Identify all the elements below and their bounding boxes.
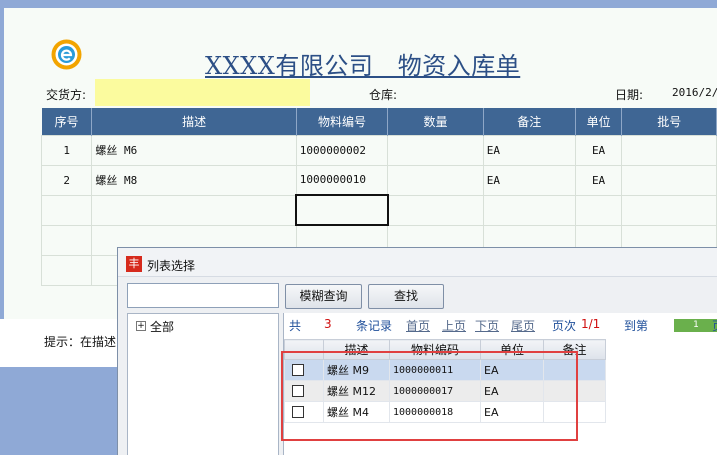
row-checkbox[interactable] xyxy=(292,385,304,397)
result-header: 描述 物料编码 单位 备注 xyxy=(284,339,606,360)
col-header-remark[interactable]: 备注 xyxy=(543,339,606,360)
grid-cell[interactable]: 1000000002 xyxy=(295,134,389,166)
fuzzy-search-button[interactable]: 模糊查询 xyxy=(285,284,362,309)
company-logo-icon xyxy=(51,39,82,70)
supplier-field[interactable] xyxy=(95,79,310,106)
col-header-remark[interactable]: 备注 xyxy=(483,108,576,135)
table-row xyxy=(40,194,717,226)
pager-page-suffix: 页 xyxy=(712,317,717,334)
col-header-unit[interactable]: 单位 xyxy=(480,339,544,360)
grid-cell[interactable] xyxy=(574,194,623,226)
col-header-quantity[interactable]: 数量 xyxy=(387,108,484,135)
col-header-code[interactable]: 物料编码 xyxy=(389,339,481,360)
pager-page-label: 页次 xyxy=(552,319,577,333)
hint-text: 提示：在描述 xyxy=(44,335,117,349)
col-header-material-no[interactable]: 物料编号 xyxy=(296,108,389,135)
grid-cell[interactable] xyxy=(40,224,93,256)
grid-cell[interactable] xyxy=(40,254,93,286)
category-tree: + 全部 xyxy=(127,313,279,455)
grid-cell[interactable]: 1000000010 xyxy=(295,164,389,196)
grid-cell[interactable]: 2 xyxy=(40,164,93,196)
search-input[interactable] xyxy=(127,283,279,308)
result-cell[interactable]: 螺丝 M9 xyxy=(323,359,390,381)
grid-cell[interactable] xyxy=(482,194,576,226)
result-cell[interactable]: 螺丝 M4 xyxy=(323,401,390,423)
grid-cell[interactable]: EA xyxy=(574,134,623,166)
pager-total-count: 3 xyxy=(324,317,332,331)
result-cell[interactable] xyxy=(543,359,606,381)
result-cell[interactable]: 1000000011 xyxy=(389,359,481,381)
grid-cell[interactable] xyxy=(387,194,484,226)
expand-plus-icon[interactable]: + xyxy=(136,321,146,331)
pager-page-value: 1/1 xyxy=(581,317,601,331)
result-cell[interactable]: 螺丝 M12 xyxy=(323,380,390,402)
row-checkbox-cell xyxy=(284,401,324,423)
find-button[interactable]: 查找 xyxy=(368,284,444,309)
grid-cell[interactable] xyxy=(91,194,297,226)
col-header-desc[interactable]: 描述 xyxy=(323,339,390,360)
grid-cell[interactable]: 螺丝 M8 xyxy=(91,164,297,196)
col-header-description[interactable]: 描述 xyxy=(91,108,297,135)
grid-cell[interactable] xyxy=(621,194,717,226)
row-checkbox-cell xyxy=(284,380,324,402)
table-row: 2 螺丝 M8 1000000010 EA EA xyxy=(40,164,717,196)
pager-prev-link[interactable]: 上页 xyxy=(442,317,466,334)
result-table: 描述 物料编码 单位 备注 螺丝 M9 1000000011 EA 螺丝 M12 xyxy=(284,339,606,423)
dialog-title: 列表选择 xyxy=(147,259,196,273)
table-row[interactable]: 螺丝 M12 1000000017 EA xyxy=(284,380,606,402)
grid-cell[interactable] xyxy=(621,134,717,166)
col-header-batch[interactable]: 批号 xyxy=(621,108,717,135)
col-header-unit[interactable]: 单位 xyxy=(575,108,623,135)
grid-cell[interactable] xyxy=(40,194,93,226)
date-value[interactable]: 2016/2/ xyxy=(672,86,717,99)
result-pane: 共 3 条记录 首页 上页 下页 尾页 页次 1/1 到第 1 页 描述 物料编… xyxy=(283,313,717,455)
dialog-titlebar[interactable]: 丰 列表选择 xyxy=(118,248,717,277)
result-cell[interactable]: EA xyxy=(480,401,544,423)
row-checkbox[interactable] xyxy=(292,406,304,418)
grid-cell[interactable]: 螺丝 M6 xyxy=(91,134,297,166)
result-cell[interactable]: EA xyxy=(480,359,544,381)
date-label: 日期: xyxy=(615,88,644,102)
grid-cell[interactable]: EA xyxy=(574,164,623,196)
tree-item-all[interactable]: 全部 xyxy=(150,318,174,335)
pager: 共 3 条记录 首页 上页 下页 尾页 页次 1/1 到第 1 页 xyxy=(284,313,717,335)
app-icon: 丰 xyxy=(126,256,142,272)
grid-header: 序号 描述 物料编号 数量 备注 单位 批号 xyxy=(41,108,717,135)
form-title: XXXX有限公司 物资入库单 xyxy=(205,52,521,80)
pager-goto-label: 到第 xyxy=(624,319,649,333)
col-header-check xyxy=(284,339,324,360)
grid-cell-active[interactable] xyxy=(295,194,389,226)
grid-cell[interactable]: 1 xyxy=(40,134,93,166)
grid-cell[interactable] xyxy=(387,134,484,166)
pager-records-label: 条记录 xyxy=(356,319,393,333)
result-cell[interactable]: EA xyxy=(480,380,544,402)
result-cell[interactable] xyxy=(543,401,606,423)
pager-next-link[interactable]: 下页 xyxy=(475,317,499,334)
goto-page-input[interactable]: 1 xyxy=(674,319,717,332)
table-row[interactable]: 螺丝 M4 1000000018 EA xyxy=(284,401,606,423)
grid-cell[interactable]: EA xyxy=(482,134,576,166)
row-checkbox-cell xyxy=(284,359,324,381)
result-cell[interactable]: 1000000018 xyxy=(389,401,481,423)
list-select-dialog: 丰 列表选择 模糊查询 查找 + 全部 共 3 条记录 首页 上页 下页 尾页 … xyxy=(117,247,717,455)
grid-cell[interactable] xyxy=(621,164,717,196)
col-header-index[interactable]: 序号 xyxy=(41,108,93,135)
supplier-label: 交货方: xyxy=(46,88,87,102)
pager-first-link[interactable]: 首页 xyxy=(406,317,430,334)
table-row[interactable]: 螺丝 M9 1000000011 EA xyxy=(284,359,606,381)
row-checkbox[interactable] xyxy=(292,364,304,376)
pager-total-prefix: 共 xyxy=(289,319,302,333)
pager-last-link[interactable]: 尾页 xyxy=(511,317,535,334)
grid-cell[interactable] xyxy=(387,164,484,196)
table-row: 1 螺丝 M6 1000000002 EA EA xyxy=(40,134,717,166)
warehouse-label: 仓库: xyxy=(369,88,398,102)
grid-cell[interactable]: EA xyxy=(482,164,576,196)
result-cell[interactable]: 1000000017 xyxy=(389,380,481,402)
result-cell[interactable] xyxy=(543,380,606,402)
